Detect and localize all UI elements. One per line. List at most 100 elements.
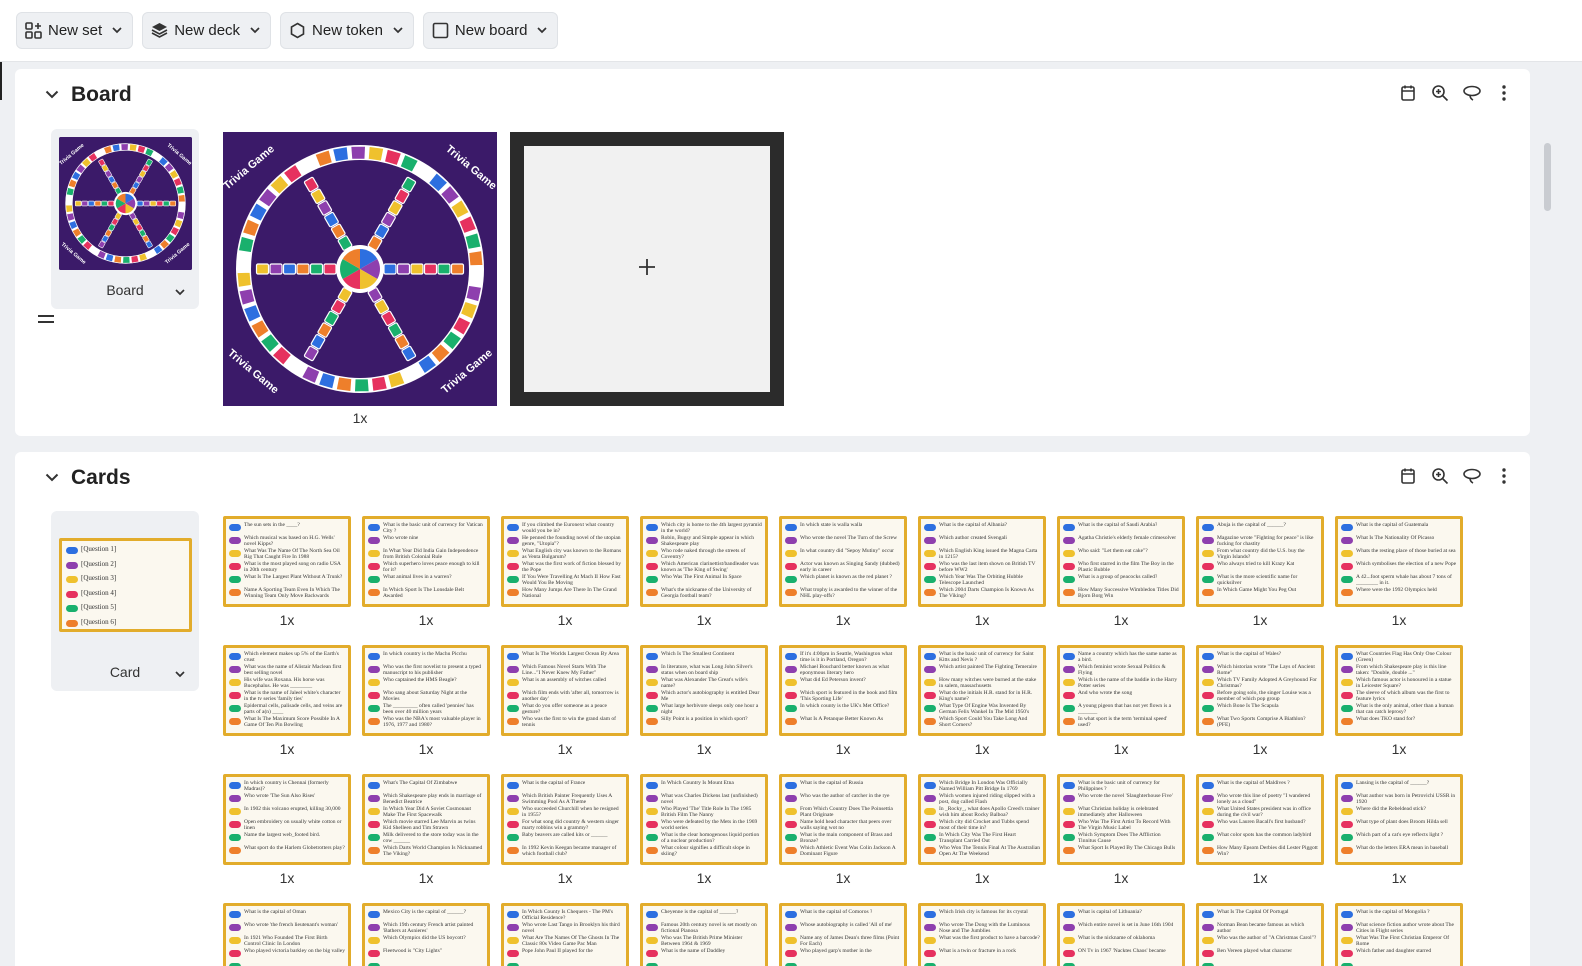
more-vertical-icon[interactable]: [1492, 464, 1516, 488]
trivia-card[interactable]: What is the capital of Oman Who wrote 'th…: [223, 903, 351, 966]
card-question-text: Which feminist wrote Sexual Politics & F…: [1078, 664, 1166, 676]
trivia-card[interactable]: In which state is walla walla Who wrote t…: [779, 516, 907, 607]
add-board-slot[interactable]: [510, 132, 784, 406]
trivia-card[interactable]: Which Is The Smallest Continent In litera…: [640, 645, 768, 736]
card-question-row: What do the initials H.R. stand for in H…: [924, 690, 1040, 703]
card-question-row: Which Bone Is The Scapula: [1202, 703, 1318, 716]
new-board-button[interactable]: New board: [422, 12, 559, 49]
category-dot: [1202, 795, 1214, 802]
trivia-card[interactable]: The sun sets in the ____? Which musical w…: [223, 516, 351, 607]
category-dot: [1341, 666, 1353, 673]
spoke-space: [309, 263, 324, 275]
vertical-scrollbar[interactable]: [1544, 143, 1551, 211]
trivia-card[interactable]: What is the capital of Saudi Arabia? Agat…: [1057, 516, 1185, 607]
lasso-icon[interactable]: [1460, 81, 1484, 105]
board-image[interactable]: Trivia Game Trivia Game Trivia Game Trivia …: [223, 132, 497, 406]
trivia-card[interactable]: What is the capital of Albania? Which aut…: [918, 516, 1046, 607]
more-vertical-icon[interactable]: [1492, 81, 1516, 105]
trivia-card[interactable]: Cheyenne is the capital of ______? Famous…: [640, 903, 768, 966]
trivia-card[interactable]: Which city is home to the 4th largest py…: [640, 516, 768, 607]
trivia-card[interactable]: If it's 4:00pm in Seattle, Washington wh…: [779, 645, 907, 736]
trivia-card[interactable]: What's The Capital Of Zimbabwe Which Shak…: [362, 774, 490, 865]
chevron-down-icon[interactable]: [175, 665, 185, 683]
collapse-chevron-icon[interactable]: [45, 469, 59, 487]
zoom-in-icon[interactable]: [1428, 81, 1452, 105]
collapse-chevron-icon[interactable]: [45, 86, 59, 104]
trivia-card[interactable]: In Which County Is Chequers - The PM's O…: [501, 903, 629, 966]
trivia-card[interactable]: What is the basic unit of currency for P…: [1057, 774, 1185, 865]
trivia-card[interactable]: What is the capital of Wales? Which histo…: [1196, 645, 1324, 736]
trivia-card[interactable]: Name a country which has the same name a…: [1057, 645, 1185, 736]
trivia-card[interactable]: What is the basic unit of currency for S…: [918, 645, 1046, 736]
chevron-down-icon[interactable]: [175, 283, 185, 301]
trivia-card[interactable]: What is capital of Lithuania? Which entir…: [1057, 903, 1185, 966]
card-quantity: 1x: [279, 741, 295, 757]
card-question-text: Who wrote 'the french lieutenant's woman…: [244, 922, 338, 928]
card-question-text: Fleetwood is "City Lights": [383, 948, 443, 954]
trivia-card[interactable]: Which Irish city is famous for its cryst…: [918, 903, 1046, 966]
card-question-row: What English city was known to the Roman…: [507, 548, 623, 561]
new-set-button[interactable]: New set: [16, 12, 134, 49]
card-question-row: What Is The Largest Plant Without A Trun…: [229, 574, 345, 587]
card-question-text: In 1921 Who Founded The First Birth Cont…: [244, 935, 328, 947]
trivia-card[interactable]: What is the basic unit of currency for V…: [362, 516, 490, 607]
clipboard-icon[interactable]: [1396, 464, 1420, 488]
trivia-card[interactable]: What is the capital of France Which Briti…: [501, 774, 629, 865]
card-question-text: Whose autobiography is called 'All of me…: [800, 922, 893, 928]
trivia-card[interactable]: What is the capital of Mongolia ? What sc…: [1335, 903, 1463, 966]
template-question: [Question 4]: [81, 588, 117, 597]
trivia-card[interactable]: In which country is the Machu Picchu Who …: [362, 645, 490, 736]
trivia-card[interactable]: What is the capital of Comoros ? Whose au…: [779, 903, 907, 966]
trivia-card[interactable]: What Is The Worlds Largest Ocean By Area…: [501, 645, 629, 736]
trivia-card[interactable]: What is the capital of Russia Who was the…: [779, 774, 907, 865]
category-dot: [229, 937, 241, 944]
card-question-text: What Two Sports Comprise A Biathlon? (PF…: [1217, 716, 1306, 728]
card-question-row: Which TV Family Adopted A Greyhound For …: [1202, 677, 1318, 690]
category-dot: [1202, 576, 1214, 583]
card-question-row: In which country is Chennai (formerly Ma…: [229, 780, 345, 793]
category-dot: [785, 808, 797, 815]
trivia-card[interactable]: What is the capital of Maldives ? Who wro…: [1196, 774, 1324, 865]
trivia-card[interactable]: Which Bridge In London Was Officially Na…: [918, 774, 1046, 865]
card-question-row: What is the capital of Mongolia ?: [1341, 909, 1457, 922]
card-question-text: Which Is The Smallest Continent: [661, 651, 735, 657]
card-question-row: Name any of James Dean's three films (Po…: [785, 935, 901, 948]
zoom-in-icon[interactable]: [1428, 464, 1452, 488]
category-dot: [646, 550, 658, 557]
trivia-card[interactable]: Mexico City is the capital of ______? Whi…: [362, 903, 490, 966]
category-dot: [924, 653, 936, 660]
trivia-card[interactable]: What Countries Flag Has Only One Colour …: [1335, 645, 1463, 736]
spoke-space: [296, 263, 310, 275]
category-dot: [229, 524, 241, 531]
cards-section-title: Cards: [71, 466, 131, 489]
card-question-text: Who captained the HMS Beagle?: [383, 677, 457, 683]
new-token-button[interactable]: New token: [280, 12, 414, 49]
card-question-row: Who played garp's mother in the: [785, 948, 901, 961]
category-dot: [1202, 718, 1214, 725]
trivia-card[interactable]: Lansing is the capital of ______? What au…: [1335, 774, 1463, 865]
trivia-card[interactable]: What is the capital of Guatemala What Is …: [1335, 516, 1463, 607]
card-question-text: Who wrote The Dong with the Luminous Nos…: [939, 922, 1030, 934]
drag-handle-icon[interactable]: [37, 312, 55, 326]
category-dot: [785, 847, 797, 854]
board-template[interactable]: Trivia Game Trivia Game Trivia Game Trivia …: [51, 129, 199, 309]
trivia-card[interactable]: In which country is Chennai (formerly Ma…: [223, 774, 351, 865]
trivia-card[interactable]: If you climbed the Euronext what country…: [501, 516, 629, 607]
category-dot: [229, 563, 241, 570]
spoke-space: [156, 200, 163, 207]
trivia-card[interactable]: In Which Country Is Mount Etna What was C…: [640, 774, 768, 865]
category-dot: [507, 524, 519, 531]
clipboard-icon[interactable]: [1396, 81, 1420, 105]
category-dot: [229, 679, 241, 686]
card-question-row: From Which Country Does The Poinsettia P…: [785, 806, 901, 819]
trivia-card[interactable]: Which element makes up 5% of the Earth's…: [223, 645, 351, 736]
trivia-card[interactable]: Abuja is the capital of ______? Magazine …: [1196, 516, 1324, 607]
category-dot: [1341, 911, 1353, 918]
card-question-text: Name the largest web_footed bird.: [244, 832, 321, 838]
trivia-card[interactable]: What Is The Capital Of Portugal Norman Be…: [1196, 903, 1324, 966]
lasso-icon[interactable]: [1460, 464, 1484, 488]
category-dot: [368, 782, 380, 789]
new-deck-button[interactable]: New deck: [142, 12, 272, 49]
card-question-row: What animal lives in a warren?: [368, 574, 484, 587]
card-template[interactable]: [Question 1] [Question 2] [Question 3] […: [51, 511, 199, 691]
